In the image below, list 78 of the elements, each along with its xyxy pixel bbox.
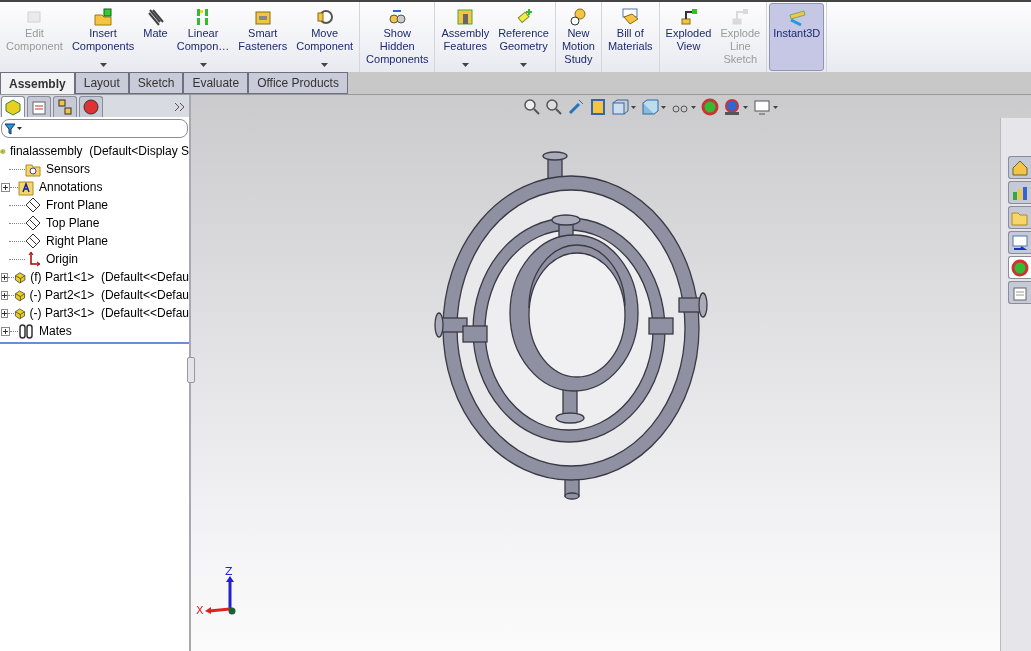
cube-icon[interactable] [641,98,667,116]
tree-item[interactable]: (-) Part2<1> (Default<<Defau [29,288,189,302]
tree-item[interactable]: (f) Part1<1> (Default<<Defau [30,270,189,284]
expand-toggle[interactable] [1,272,9,282]
task-pane-tab[interactable] [1008,256,1031,279]
caret-icon [520,63,528,67]
toolbar-button[interactable]: New Motion Study [557,3,599,71]
explode-icon [730,7,751,27]
monitor-icon[interactable] [753,98,779,116]
expand-toggle[interactable] [1,182,10,192]
sphere-icon [82,98,100,116]
tree-item[interactable]: finalassembly (Default<Display S [9,144,189,158]
toolbar-button[interactable]: Move Component [292,3,358,71]
task-pane-tab[interactable] [1008,156,1031,179]
panel-tab[interactable] [53,96,77,117]
gears-icon [568,7,589,27]
ruler-icon [786,7,807,27]
axis-triad: Z X [195,563,245,623]
expand-toggle[interactable] [1,326,10,336]
toolbar-button[interactable]: Assembly Features [437,3,494,71]
tree-item[interactable]: Front Plane [46,198,109,212]
sphere-icon[interactable] [701,98,719,116]
table-icon [620,7,641,27]
filter-icon [4,122,22,135]
toolbar-button[interactable]: Bill of Materials [603,3,657,71]
ribbon-tab[interactable]: Evaluate [183,72,249,94]
ribbon-tab[interactable]: Assembly [0,72,75,94]
caret-icon [461,63,469,67]
folder-icon [93,7,114,27]
ribbon-tab[interactable]: Office Products [248,72,348,94]
zoom-icon[interactable] [523,98,541,116]
tree-item[interactable]: Sensors [46,162,91,176]
caret-icon [99,63,107,67]
caret-icon [199,63,207,67]
toolbar-button[interactable]: Exploded View [661,3,716,71]
toolbar-button[interactable]: Show Hidden Components [362,3,433,71]
tree-item[interactable]: (-) Part3<1> (Default<<Defau [29,306,189,320]
panel-tab[interactable] [1,96,25,117]
plane-icon [25,196,42,214]
ribbon-tab[interactable]: Sketch [128,72,184,94]
view-palette-icon [1011,233,1029,252]
explode-icon [678,7,699,27]
expand-toggle[interactable] [1,290,8,300]
toolbar-button[interactable]: Mate [139,3,172,71]
home-icon [1011,158,1029,177]
tree-item[interactable]: Mates [39,324,72,338]
plane-icon [25,232,42,250]
cube-icon[interactable] [611,98,637,116]
gears-icon [387,7,408,27]
expand-icon[interactable] [174,102,186,112]
section-view-icon[interactable] [589,98,607,116]
tree-item[interactable]: Top Plane [46,216,100,230]
block-icon [455,7,476,27]
hierarchy-icon [56,98,74,116]
filter-field[interactable] [1,119,188,138]
plane-icon [25,214,42,232]
toolbar-button[interactable]: Instant3D [769,3,825,71]
folder-icon [18,178,35,196]
ribbon-tab[interactable]: Layout [74,72,129,94]
scene-icon[interactable] [723,98,749,116]
sphere-icon [1011,258,1029,277]
toolbar-button[interactable]: Insert Components [67,3,139,71]
task-pane-tab[interactable] [1008,231,1031,254]
rotate-icon [314,7,335,27]
previous-view-icon[interactable] [567,98,585,116]
caret-icon [321,63,329,67]
panel-collapse-handle[interactable] [187,357,195,383]
panel-tab[interactable] [27,96,51,117]
tree-item[interactable]: Right Plane [46,234,109,248]
tree-item[interactable]: Annotations [39,180,103,194]
expand-toggle[interactable] [1,308,8,318]
tree-item[interactable]: Origin [46,252,78,266]
zoom-icon[interactable] [545,98,563,116]
toolbar-button[interactable]: Linear Compon… [172,3,234,71]
panel-tab[interactable] [79,96,103,117]
list-icon [30,98,48,116]
toolbar-button[interactable]: Reference Geometry [494,3,553,71]
toolbar-button[interactable]: Smart Fasteners [234,3,292,71]
